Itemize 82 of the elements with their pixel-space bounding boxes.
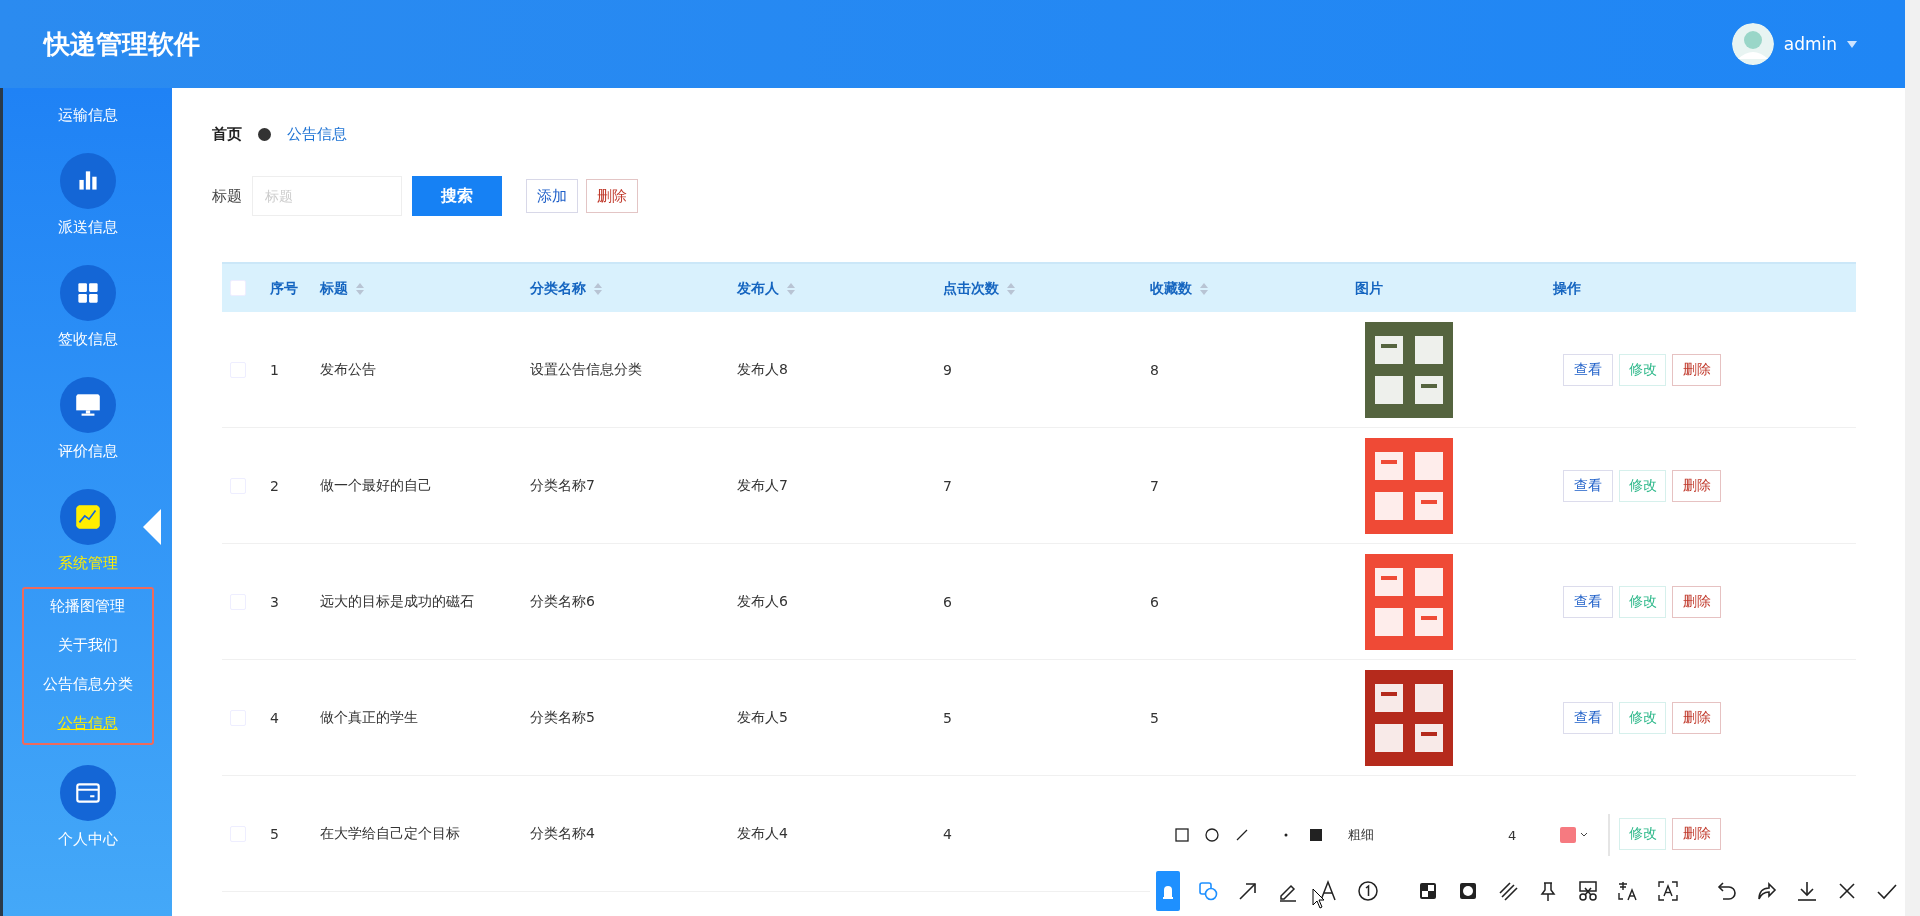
column-header[interactable]: 发布人	[737, 280, 795, 298]
table-cell-text: 7	[943, 477, 953, 494]
view-button[interactable]: 查看	[1563, 585, 1613, 618]
table-cell-text: 分类名称7	[530, 476, 596, 495]
table-cell-text: 9	[943, 361, 953, 378]
submenu-item[interactable]: 公告信息分类	[42, 675, 133, 694]
table-cell-text: 5	[943, 709, 953, 726]
line-icon[interactable]	[1234, 827, 1250, 843]
submenu-item[interactable]: 关于我们	[57, 636, 118, 655]
view-button[interactable]: 查看	[1563, 701, 1613, 734]
table-cell-text: 发布人8	[737, 360, 789, 379]
table-cell-text: 6	[943, 593, 953, 610]
table-cell-text: 5	[270, 825, 280, 842]
column-header: 图片	[1355, 280, 1383, 298]
delete-button[interactable]: 删除	[1672, 701, 1721, 734]
column-header: 序号	[270, 280, 298, 298]
table-cell-text: 4	[270, 709, 280, 726]
table-cell-text: 3	[270, 593, 280, 610]
rectangle-icon[interactable]	[1174, 827, 1190, 843]
table-cell-text: 设置公告信息分类	[530, 360, 643, 379]
edit-button[interactable]: 修改	[1619, 585, 1666, 618]
user-name[interactable]: admin	[1783, 34, 1837, 54]
caret-icon[interactable]	[1580, 832, 1589, 838]
table-cell-text: 7	[1150, 477, 1160, 494]
table-cell-text: 做个真正的学生	[320, 708, 419, 727]
table-cell-text: 8	[1150, 361, 1160, 378]
thickness-label: 粗细	[1348, 826, 1374, 844]
scrollbar[interactable]	[1905, 0, 1920, 916]
app-title: 快递管理软件	[44, 27, 200, 61]
table-cell-text: 分类名称6	[530, 592, 596, 611]
table-cell-text: 发布人7	[737, 476, 789, 495]
delete-button[interactable]: 删除	[1672, 469, 1721, 502]
cursor-icon	[1312, 888, 1326, 910]
table-cell-text: 分类名称5	[530, 708, 596, 727]
thickness-value: 4	[1508, 827, 1517, 843]
table-cell-text: 在大学给自己定个目标	[320, 824, 461, 843]
column-header: 操作	[1553, 280, 1581, 298]
add-button[interactable]: 添加	[526, 179, 578, 213]
table-cell-text: 分类名称4	[530, 824, 596, 843]
view-button[interactable]: 查看	[1563, 353, 1613, 386]
column-header[interactable]: 收藏数	[1150, 280, 1208, 298]
table-cell-text: 5	[1150, 709, 1160, 726]
table-cell-text: 6	[1150, 593, 1160, 610]
circle-icon[interactable]	[1204, 827, 1220, 843]
table-cell-text: 发布公告	[320, 360, 377, 379]
sidebar-item[interactable]: 评价信息	[57, 442, 118, 461]
sidebar-item[interactable]: 运输信息	[57, 106, 118, 125]
table-cell-text: 1	[270, 361, 280, 378]
table-cell-text: 远大的目标是成功的磁石	[320, 592, 475, 611]
submenu-item[interactable]: 轮播图管理	[50, 597, 125, 616]
edit-button[interactable]: 修改	[1619, 701, 1666, 734]
edit-button[interactable]: 修改	[1619, 817, 1666, 850]
select-all-checkbox[interactable]	[230, 280, 246, 296]
sidebar-item[interactable]: 个人中心	[57, 830, 118, 849]
field-label: 标题	[212, 186, 242, 206]
view-button[interactable]: 查看	[1563, 469, 1613, 502]
table-cell-text: 发布人5	[737, 708, 789, 727]
delete-button[interactable]: 删除	[1672, 353, 1721, 386]
column-header[interactable]: 点击次数	[943, 280, 1015, 298]
separator-dot	[258, 128, 271, 141]
table-cell-text: 发布人4	[737, 824, 789, 843]
breadcrumb-link[interactable]: 首页	[212, 125, 242, 144]
sidebar-item[interactable]: 系统管理	[57, 554, 118, 573]
table-cell-text: 发布人6	[737, 592, 789, 611]
color-swatch[interactable]	[1560, 827, 1577, 843]
square-icon[interactable]	[1308, 827, 1324, 843]
sidebar-item[interactable]: 派送信息	[57, 218, 118, 237]
selection-pointer	[142, 509, 161, 545]
edit-button[interactable]: 修改	[1619, 353, 1666, 386]
column-header[interactable]: 分类名称	[530, 280, 602, 298]
table-cell-text: 2	[270, 477, 280, 494]
edit-button[interactable]: 修改	[1619, 469, 1666, 502]
delete-button[interactable]: 删除	[1672, 585, 1721, 618]
column-header[interactable]: 标题	[320, 280, 364, 298]
table-cell-text: 做一个最好的自己	[320, 476, 433, 495]
sidebar-item[interactable]: 签收信息	[57, 330, 118, 349]
breadcrumb-current: 公告信息	[287, 125, 347, 144]
search-button[interactable]: 搜索	[412, 176, 502, 216]
delete-button[interactable]: 删除	[586, 179, 638, 213]
delete-button[interactable]: 删除	[1672, 817, 1721, 850]
avatar[interactable]	[1731, 23, 1774, 65]
table-cell-text: 4	[943, 825, 953, 842]
